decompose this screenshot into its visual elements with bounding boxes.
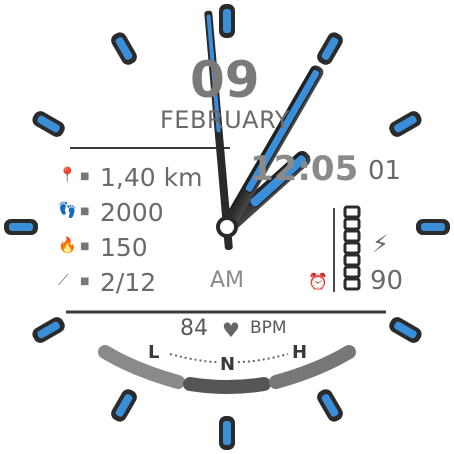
hour-marker [111, 389, 137, 422]
location-pin-icon: 📍 [58, 166, 77, 184]
hour-marker [111, 32, 137, 65]
battery-level-bar [343, 205, 361, 291]
heart-rate-unit: BPM [250, 318, 287, 338]
hour-marker [317, 389, 343, 422]
digital-seconds: 01 [368, 156, 402, 186]
steps-value[interactable]: 2000 [100, 200, 164, 225]
hour-marker [317, 32, 343, 65]
battery-segment [343, 277, 361, 291]
heart-rate-value[interactable]: 84 [180, 318, 208, 340]
heart-icon: ♥ [222, 318, 240, 342]
hour-marker [219, 4, 235, 38]
hour-marker [416, 219, 450, 235]
lightning-bolt-icon: ⚡ [372, 230, 389, 258]
am-pm-indicator: AM [210, 268, 245, 293]
hr-gauge-low-segment [98, 345, 185, 389]
hr-gauge-low-label: L [148, 342, 160, 363]
battery-segment [343, 217, 361, 231]
battery-percent[interactable]: 90 [370, 268, 403, 294]
floors-value[interactable]: 2/12 [100, 270, 156, 295]
battery-segment [343, 253, 361, 267]
hands-hub [216, 216, 238, 238]
hour-marker [32, 317, 65, 343]
hr-gauge-high-segment [269, 345, 356, 389]
stat-bullet: ■ [80, 171, 90, 182]
hour-marker [32, 111, 65, 137]
flame-icon: 🔥 [58, 236, 77, 254]
stat-bullet: ■ [80, 276, 90, 287]
battery-segment [343, 205, 361, 219]
calories-value[interactable]: 150 [100, 235, 148, 260]
hr-gauge-normal-segment [183, 377, 271, 394]
hr-gauge-normal-label: N [220, 354, 236, 375]
hr-gauge-high-label: H [292, 342, 308, 363]
date-month: FEBRUARY [160, 106, 290, 134]
date-day: 09 [190, 51, 260, 109]
hour-marker [389, 317, 422, 343]
hour-marker [4, 219, 38, 235]
battery-segment [343, 265, 361, 279]
stairs-icon: ⟋ [58, 271, 69, 289]
stat-bullet: ■ [80, 206, 90, 217]
digital-time: 12:05 [250, 149, 359, 189]
distance-value[interactable]: 1,40 km [100, 165, 202, 190]
alarm-clock-icon[interactable]: ⏰ [308, 274, 328, 290]
footsteps-icon: 👣 [58, 201, 77, 219]
hour-marker [389, 111, 422, 137]
battery-segment [343, 229, 361, 243]
hour-marker [219, 416, 235, 450]
stat-bullet: ■ [80, 241, 90, 252]
battery-segment [343, 241, 361, 255]
